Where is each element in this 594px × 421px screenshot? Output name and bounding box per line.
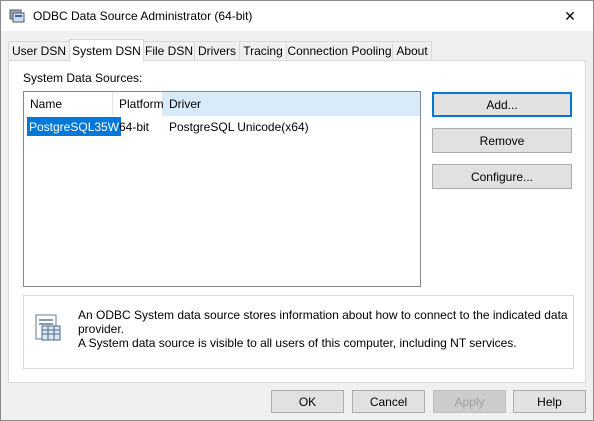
info-text: An ODBC System data source stores inform…	[78, 308, 568, 350]
data-source-info-icon	[35, 314, 61, 341]
tab-about[interactable]: About	[392, 41, 432, 60]
info-line-2: A System data source is visible to all u…	[78, 336, 517, 350]
column-header-driver[interactable]: Driver	[163, 92, 420, 116]
tab-drivers[interactable]: Drivers	[194, 41, 240, 60]
data-source-list[interactable]: Name Platform Driver PostgreSQL35W 64-bi…	[23, 91, 421, 287]
list-header: Name Platform Driver	[24, 92, 420, 116]
info-line-1: An ODBC System data source stores inform…	[78, 308, 568, 336]
column-header-name[interactable]: Name	[24, 92, 113, 116]
window-title: ODBC Data Source Administrator (64-bit)	[33, 9, 253, 23]
system-dsn-panel: System Data Sources: Name Platform Drive…	[8, 60, 586, 383]
system-data-sources-label: System Data Sources:	[23, 71, 143, 85]
dsn-driver-cell: PostgreSQL Unicode(x64)	[169, 119, 309, 134]
tab-connection-pooling[interactable]: Connection Pooling	[286, 41, 393, 60]
cancel-button[interactable]: Cancel	[352, 390, 425, 413]
close-button[interactable]: ✕	[547, 1, 593, 31]
add-button[interactable]: Add...	[432, 92, 572, 117]
list-item[interactable]: PostgreSQL35W 64-bit PostgreSQL Unicode(…	[24, 117, 420, 136]
dsn-name-cell[interactable]: PostgreSQL35W	[27, 117, 122, 136]
close-icon: ✕	[564, 7, 576, 24]
title-bar[interactable]: ODBC Data Source Administrator (64-bit) …	[1, 1, 593, 31]
remove-button[interactable]: Remove	[432, 128, 572, 153]
tab-tracing[interactable]: Tracing	[239, 41, 287, 60]
tab-user-dsn[interactable]: User DSN	[8, 41, 70, 60]
help-button[interactable]: Help	[513, 390, 586, 413]
column-header-platform[interactable]: Platform	[113, 92, 164, 116]
info-box: An ODBC System data source stores inform…	[23, 295, 574, 369]
dsn-platform-cell: 64-bit	[119, 119, 150, 134]
tab-system-dsn[interactable]: System DSN	[69, 39, 144, 62]
configure-button[interactable]: Configure...	[432, 164, 572, 189]
ok-button[interactable]: OK	[271, 390, 344, 413]
odbc-administrator-window: ODBC Data Source Administrator (64-bit) …	[0, 0, 594, 421]
odbc-app-icon	[9, 9, 25, 23]
tab-file-dsn[interactable]: File DSN	[143, 41, 195, 60]
apply-button[interactable]: Apply	[433, 390, 506, 413]
